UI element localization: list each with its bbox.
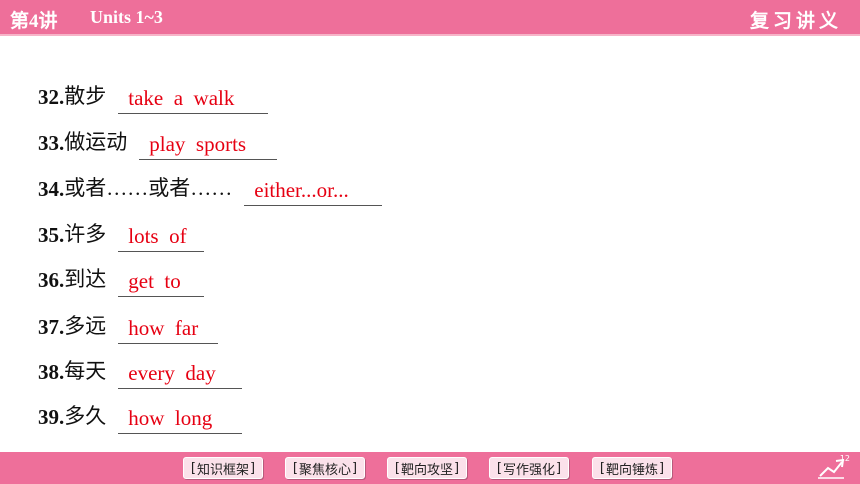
item-chinese: 每天 — [64, 359, 107, 383]
item-answer: lots of — [118, 224, 205, 252]
lesson-title: 第4讲 — [10, 11, 58, 32]
item-chinese: 多久 — [64, 404, 107, 428]
item-answer: how long — [118, 406, 243, 434]
item-chinese: 许多 — [64, 222, 107, 246]
vocab-item: 34. 或者……或者…… either...or... — [38, 162, 383, 206]
vocab-item: 39. 多久 how long — [38, 390, 243, 434]
nav-targeted-practice[interactable]: 靶向锤炼 — [592, 457, 672, 479]
item-number: 35. — [38, 223, 65, 247]
page-number: 12 — [839, 454, 850, 463]
item-number: 37. — [38, 315, 65, 339]
footer-bar: 知识框架 聚焦核心 靶向攻坚 写作强化 靶向锤炼 12 — [0, 452, 860, 484]
item-chinese: 到达 — [64, 267, 107, 291]
vocab-item: 37. 多远 how far — [38, 300, 219, 344]
nav-writing-reinforce[interactable]: 写作强化 — [489, 457, 569, 479]
item-number: 36. — [38, 268, 65, 292]
item-answer: how far — [118, 316, 219, 344]
units-label: Units 1~3 — [90, 7, 163, 27]
item-chinese: 做运动 — [64, 130, 128, 154]
vocab-item: 38. 每天 every day — [38, 345, 243, 389]
item-chinese: 散步 — [64, 84, 107, 108]
item-chinese: 多远 — [64, 314, 107, 338]
nav-focus-core[interactable]: 聚焦核心 — [285, 457, 365, 479]
nav-knowledge-framework[interactable]: 知识框架 — [183, 457, 263, 479]
item-number: 39. — [38, 405, 65, 429]
item-answer: every day — [118, 361, 243, 389]
item-number: 33. — [38, 131, 65, 155]
review-label: 复习讲义 — [749, 11, 842, 32]
vocab-item: 32. 散步 take a walk — [38, 70, 269, 114]
item-answer: either...or... — [244, 178, 383, 206]
item-number: 38. — [38, 360, 65, 384]
item-number: 32. — [38, 85, 65, 109]
vocab-item: 36. 到达 get to — [38, 253, 205, 297]
item-answer: get to — [118, 269, 205, 297]
item-answer: take a walk — [118, 86, 269, 114]
vocab-item: 33. 做运动 play sports — [38, 116, 278, 160]
item-chinese: 或者……或者…… — [64, 176, 233, 200]
vocab-item: 35. 许多 lots of — [38, 208, 205, 252]
header-bar: 第4讲 Units 1~3 复习讲义 — [0, 0, 860, 36]
item-number: 34. — [38, 177, 65, 201]
item-answer: play sports — [139, 132, 278, 160]
nav-targeted-attack[interactable]: 靶向攻坚 — [387, 457, 467, 479]
